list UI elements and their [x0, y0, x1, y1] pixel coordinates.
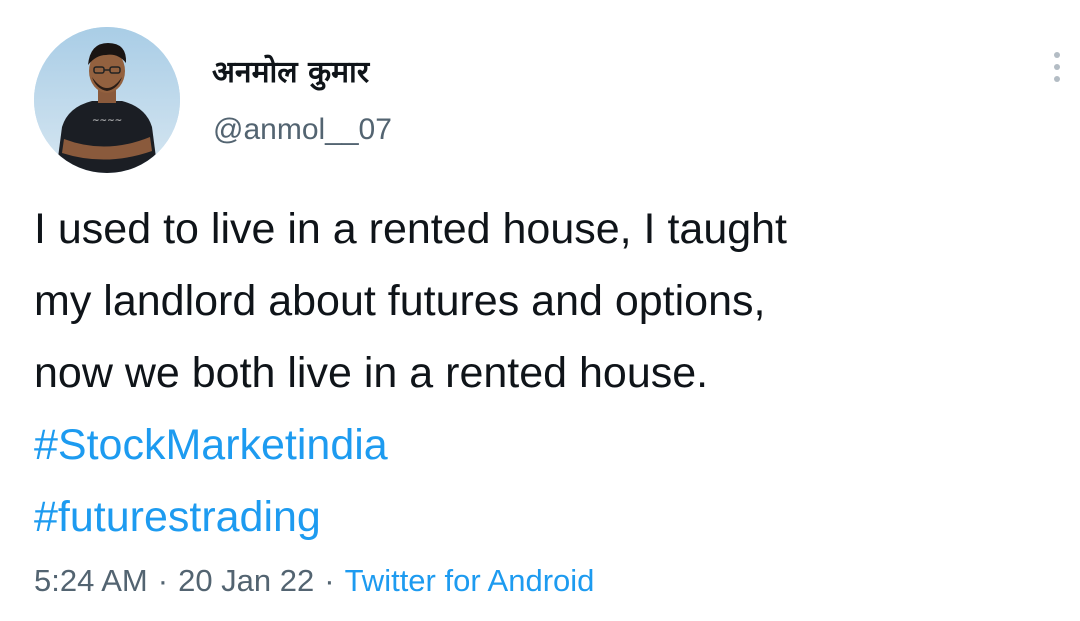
- dot-icon: [1054, 64, 1060, 70]
- tweet-text-line: my landlord about futures and options,: [34, 277, 766, 325]
- dot-icon: [1054, 76, 1060, 82]
- separator: ·: [157, 563, 169, 598]
- separator: ·: [324, 563, 335, 598]
- tweet-text-line: I used to live in a rented house, I taug…: [34, 205, 788, 253]
- tweet-source-link[interactable]: Twitter for Android: [345, 563, 595, 598]
- hashtag-link[interactable]: #futurestrading: [34, 481, 787, 553]
- user-avatar-icon: ~~~~: [34, 27, 180, 173]
- more-options-icon[interactable]: [1050, 52, 1064, 92]
- tweet-text-line: now we both live in a rented house.: [34, 349, 709, 397]
- author-display-name[interactable]: अनमोल कुमार: [212, 50, 369, 91]
- tweet-time[interactable]: 5:24 AM: [34, 563, 148, 598]
- tweet-date[interactable]: 20 Jan 22: [178, 563, 314, 598]
- hashtag-link[interactable]: #StockMarketindia: [34, 409, 787, 481]
- author-handle[interactable]: @anmol__07: [213, 113, 392, 147]
- tweet-text: I used to live in a rented house, I taug…: [34, 193, 787, 553]
- tweet-metadata: 5:24 AM · 20 Jan 22 · Twitter for Android: [34, 563, 594, 599]
- svg-text:~~~~: ~~~~: [92, 116, 122, 126]
- dot-icon: [1054, 52, 1060, 58]
- tweet-card: ~~~~ अनमोल कुमार @anmol__07 I used to li…: [0, 0, 1080, 621]
- author-avatar[interactable]: ~~~~: [34, 27, 180, 173]
